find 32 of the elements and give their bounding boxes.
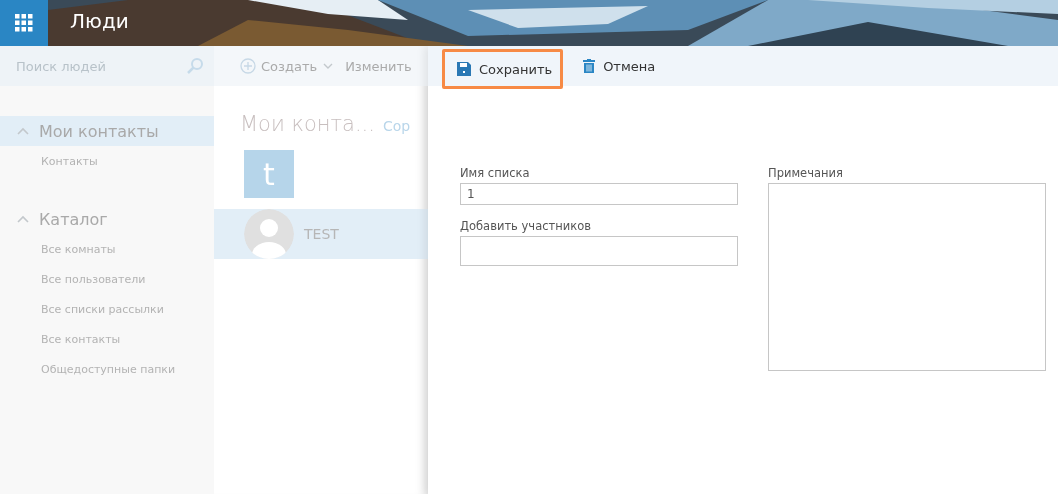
letter-tile: t [244, 150, 294, 198]
field-label: Добавить участников [460, 219, 592, 233]
app-launcher-button[interactable] [0, 0, 48, 46]
chevron-up-icon[interactable] [17, 215, 29, 223]
nav-item[interactable]: Все пользователи [0, 264, 214, 294]
grid-icon [15, 14, 33, 32]
nav-item[interactable]: Все комнаты [0, 234, 214, 264]
app-title: Люди [70, 9, 129, 33]
cancel-button[interactable]: Отмена [571, 49, 664, 83]
notes-field[interactable] [768, 183, 1046, 371]
edit-button[interactable]: Изменить [345, 58, 412, 74]
text-field[interactable]: 1 [460, 183, 738, 205]
avatar-icon [244, 209, 294, 259]
nav-item[interactable]: Все списки рассылки [0, 294, 214, 324]
nav-group[interactable]: Каталог [0, 204, 214, 234]
list-title: Мои конта... [240, 112, 375, 136]
chevron-up-icon[interactable] [17, 127, 29, 135]
nav-item[interactable]: Все контакты [0, 324, 214, 354]
create-button[interactable]: Создать [240, 58, 318, 74]
field-label: Имя списка [460, 166, 531, 180]
trash-icon [583, 59, 596, 73]
field-label: Примечания [768, 166, 844, 180]
nav-group[interactable]: Мои контакты [0, 116, 214, 146]
nav-item[interactable]: Контакты [0, 146, 214, 176]
nav-item[interactable]: Общедоступные папки [0, 354, 214, 384]
caret-icon[interactable] [323, 63, 334, 69]
save-button[interactable]: Сохранить [442, 49, 564, 89]
text-field[interactable] [460, 236, 738, 266]
sort-link[interactable]: Сор [382, 118, 411, 134]
contact-row[interactable]: TEST [214, 209, 428, 259]
plus-circle-icon [240, 58, 256, 74]
search-icon[interactable] [186, 57, 204, 75]
